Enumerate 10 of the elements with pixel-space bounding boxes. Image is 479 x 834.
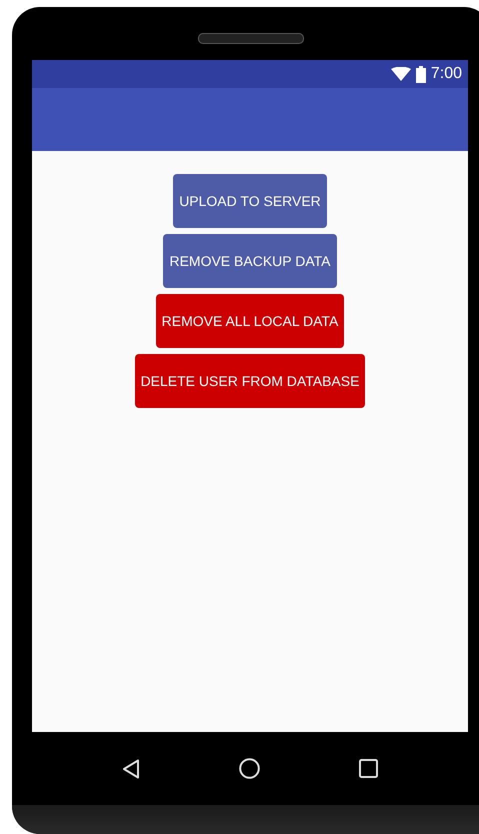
- action-button[interactable]: REMOVE BACKUP DATA: [163, 234, 337, 288]
- back-icon[interactable]: [122, 758, 140, 778]
- recents-icon[interactable]: [359, 759, 378, 778]
- danger-button[interactable]: DELETE USER FROM DATABASE: [134, 354, 366, 408]
- clock-time: 7:00: [430, 65, 462, 83]
- wifi-icon: [390, 67, 411, 81]
- battery-icon: [416, 66, 426, 82]
- danger-button[interactable]: REMOVE ALL LOCAL DATA: [156, 294, 344, 348]
- home-icon[interactable]: [238, 758, 260, 779]
- action-button[interactable]: UPLOAD TO SERVER: [173, 174, 327, 228]
